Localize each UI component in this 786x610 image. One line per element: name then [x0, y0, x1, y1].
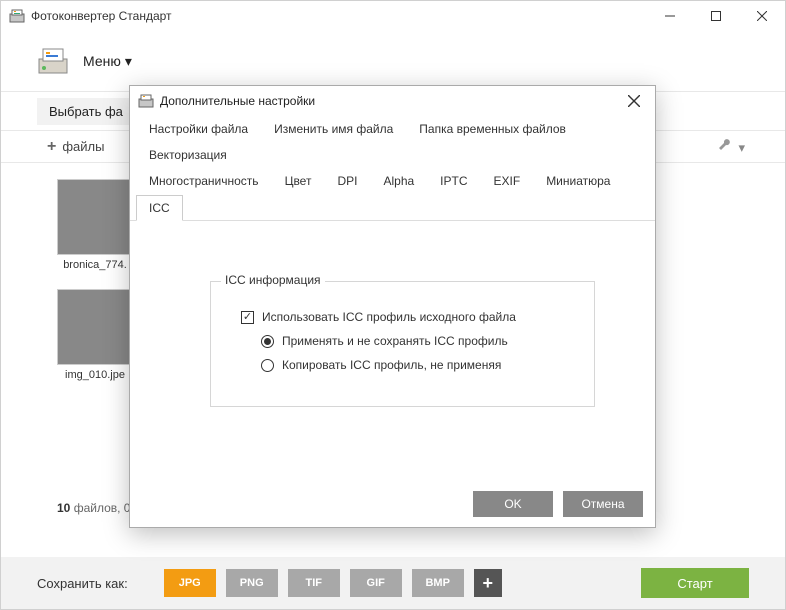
- tab-thumbnail[interactable]: Миниатюра: [533, 168, 623, 194]
- icc-group: ICC информация Использовать ICC профиль …: [210, 281, 595, 407]
- settings-dialog: Дополнительные настройки Настройки файла…: [129, 85, 656, 528]
- checkbox-icon: [241, 311, 254, 324]
- radio-label: Копировать ICC профиль, не применяя: [282, 358, 501, 372]
- tab-rename[interactable]: Изменить имя файла: [261, 116, 406, 142]
- dialog-buttons: OK Отмена: [130, 481, 655, 527]
- tab-exif[interactable]: EXIF: [481, 168, 534, 194]
- dialog-body: ICC информация Использовать ICC профиль …: [130, 221, 655, 481]
- tab-iptc[interactable]: IPTC: [427, 168, 480, 194]
- apply-not-save-radio-row[interactable]: Применять и не сохранять ICC профиль: [231, 334, 574, 348]
- tab-dpi[interactable]: DPI: [324, 168, 370, 194]
- group-title: ICC информация: [221, 273, 325, 287]
- tab-color[interactable]: Цвет: [272, 168, 325, 194]
- use-icc-checkbox-row[interactable]: Использовать ICC профиль исходного файла: [231, 310, 574, 324]
- copy-not-apply-radio-row[interactable]: Копировать ICC профиль, не применяя: [231, 358, 574, 372]
- tab-multipage[interactable]: Многостраничность: [136, 168, 272, 194]
- tab-file-settings[interactable]: Настройки файла: [136, 116, 261, 142]
- radio-icon: [261, 359, 274, 372]
- dialog-titlebar: Дополнительные настройки: [130, 86, 655, 116]
- radio-icon: [261, 335, 274, 348]
- dialog-icon: [138, 93, 154, 109]
- tab-temp-folder[interactable]: Папка временных файлов: [406, 116, 579, 142]
- cancel-button[interactable]: Отмена: [563, 491, 643, 517]
- dialog-title: Дополнительные настройки: [160, 94, 315, 108]
- checkbox-label: Использовать ICC профиль исходного файла: [262, 310, 516, 324]
- tab-icc[interactable]: ICC: [136, 195, 183, 221]
- dialog-overlay: Дополнительные настройки Настройки файла…: [1, 1, 785, 609]
- tab-alpha[interactable]: Alpha: [370, 168, 427, 194]
- dialog-tabs: Настройки файла Изменить имя файла Папка…: [130, 116, 655, 221]
- tab-vectorization[interactable]: Векторизация: [136, 142, 240, 168]
- ok-button[interactable]: OK: [473, 491, 553, 517]
- radio-label: Применять и не сохранять ICC профиль: [282, 334, 508, 348]
- dialog-close-button[interactable]: [619, 86, 649, 116]
